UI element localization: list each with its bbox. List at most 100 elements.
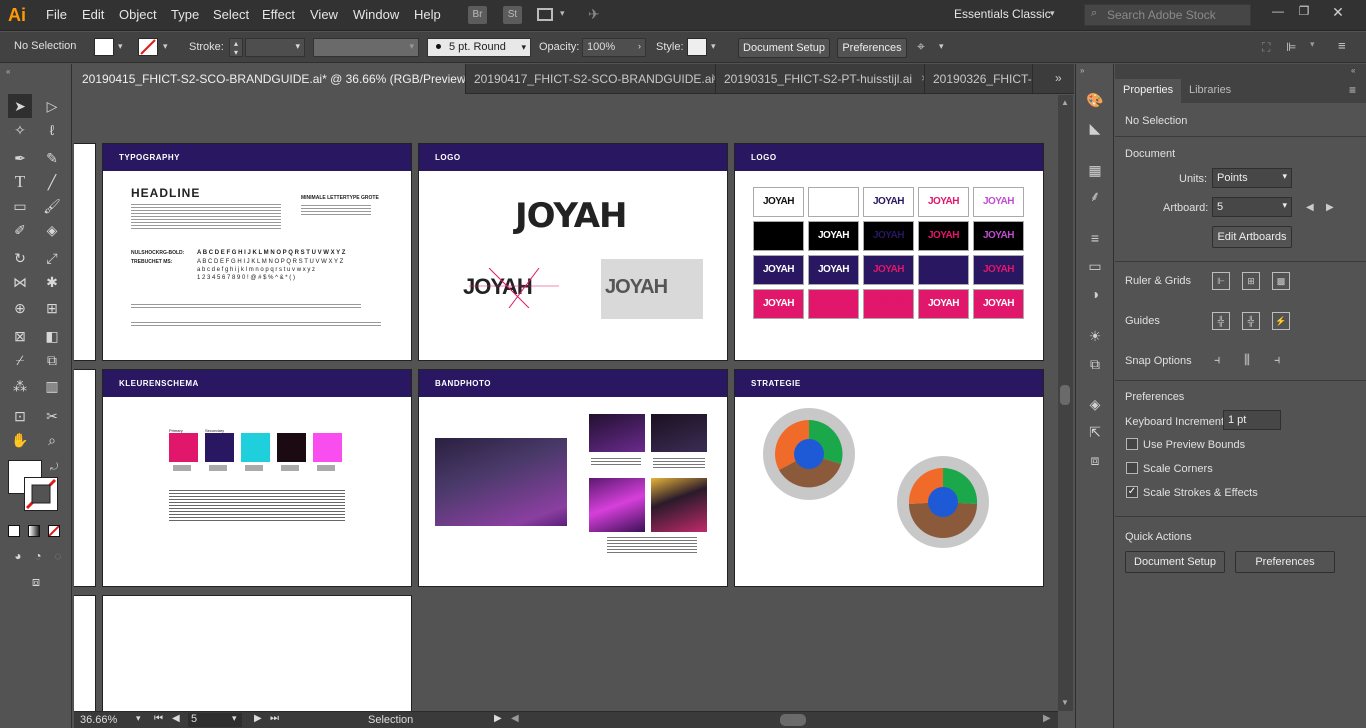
gradient-panel-icon[interactable]: ▭ — [1085, 256, 1105, 276]
tab-document-4[interactable]: 20190326_FHICT-S2 — [925, 64, 1033, 94]
collapse-icon[interactable]: » — [1080, 66, 1084, 75]
scroll-down-icon[interactable]: ▼ — [1061, 698, 1069, 707]
minimize-icon[interactable]: — — [1267, 4, 1289, 18]
chevron-down-icon[interactable]: ▾ — [939, 41, 944, 52]
brush-definition[interactable]: 5 pt. Round ▾ — [427, 38, 531, 57]
gpu-performance-icon[interactable]: ✈ — [588, 6, 600, 23]
transparency-icon[interactable]: ◑ — [1085, 284, 1105, 304]
puppet-warp-tool-icon[interactable]: ✱ — [40, 270, 64, 294]
align-panel-icon[interactable]: ⊫ — [1286, 40, 1296, 54]
scroll-up-icon[interactable]: ▲ — [1061, 98, 1069, 107]
shape-builder-tool-icon[interactable]: ⊕ — [8, 296, 32, 320]
next-artboard-icon[interactable]: ▶ — [1326, 202, 1334, 213]
smart-guides-icon[interactable]: ⚡ — [1272, 312, 1290, 330]
variable-width-profile[interactable]: ▾ — [313, 38, 419, 57]
graphic-style-swatch[interactable] — [687, 38, 707, 56]
grid-icon[interactable]: ⊞ — [1242, 272, 1260, 290]
menu-icon[interactable]: ≡ — [1338, 38, 1346, 53]
direct-selection-tool-icon[interactable]: ▷ — [40, 94, 64, 118]
none-mode-icon[interactable] — [48, 525, 60, 537]
color-guide-icon[interactable]: ◣ — [1085, 118, 1105, 138]
graphic-styles-icon[interactable]: ⧉ — [1085, 354, 1105, 374]
horizontal-scroll-thumb[interactable] — [780, 714, 806, 726]
stroke-swatch[interactable] — [138, 38, 158, 56]
snap-to-grid-icon[interactable]: ⫼ — [1244, 352, 1250, 368]
swatches-icon[interactable]: ▦ — [1085, 160, 1105, 180]
tab-properties[interactable]: Properties — [1115, 79, 1182, 103]
canvas[interactable]: TYPOGRAPHY HEADLINE MINIMALE LETTERTYPE … — [74, 95, 1058, 711]
menu-view[interactable]: View — [310, 7, 338, 22]
chevron-down-icon[interactable]: ▾ — [136, 713, 141, 724]
gradient-tool-icon[interactable]: ◧ — [40, 324, 64, 348]
appearance-icon[interactable]: ☀ — [1085, 326, 1105, 346]
rotate-tool-icon[interactable]: ↻ — [8, 246, 32, 270]
pen-tool-icon[interactable]: ✒ — [8, 146, 32, 170]
eraser-tool-icon[interactable]: ◈ — [40, 218, 64, 242]
bridge-icon[interactable]: Br — [468, 6, 487, 24]
menu-effect[interactable]: Effect — [262, 7, 295, 22]
asset-export-icon[interactable]: ⇱ — [1085, 422, 1105, 442]
menu-edit[interactable]: Edit — [82, 7, 104, 22]
chevron-down-icon[interactable]: ▾ — [711, 41, 716, 52]
prev-artboard-icon[interactable]: ◀ — [172, 713, 180, 724]
color-mode-icon[interactable] — [8, 525, 20, 537]
line-tool-icon[interactable]: ╱ — [40, 170, 64, 194]
mesh-tool-icon[interactable]: ⊠ — [8, 324, 32, 348]
artboard-empty[interactable] — [102, 595, 412, 711]
stroke-weight-field[interactable]: ▾ — [245, 38, 305, 57]
arrange-documents-icon[interactable] — [537, 8, 553, 21]
menu-object[interactable]: Object — [119, 7, 157, 22]
artboard-logo-variants[interactable]: LOGO JOYAH JOYAH JOYAH JOYAH JOYAH JOYAH JOYAH… — [734, 143, 1044, 361]
scale-strokes-checkbox[interactable]: ✓ — [1126, 486, 1138, 498]
chevron-down-icon[interactable]: ▾ — [560, 8, 565, 19]
chevron-down-icon[interactable]: ▾ — [1050, 8, 1055, 19]
stroke-color-box[interactable] — [24, 477, 58, 511]
type-tool-icon[interactable]: T — [8, 170, 32, 194]
perspective-grid-tool-icon[interactable]: ⊞ — [40, 296, 64, 320]
lasso-tool-icon[interactable]: ℓ — [40, 118, 64, 142]
transform-icon[interactable]: ⛶ — [1262, 40, 1270, 55]
workspace-switcher[interactable]: Essentials Classic — [954, 7, 1051, 21]
lock-guides-icon[interactable]: ╬ — [1242, 312, 1260, 330]
opacity-field[interactable]: 100% › — [582, 38, 646, 57]
vertical-scrollbar[interactable]: ▲ ▼ — [1058, 95, 1073, 711]
panel-menu-icon[interactable]: ≡ — [1349, 83, 1356, 97]
eyedropper-tool-icon[interactable]: ⌿ — [8, 348, 32, 372]
chevron-down-icon[interactable]: ▾ — [232, 713, 237, 724]
shaper-tool-icon[interactable]: ✐ — [8, 218, 32, 242]
snap-to-point-icon[interactable]: ⫞ — [1214, 352, 1221, 368]
preferences-button[interactable]: Preferences — [1235, 551, 1335, 573]
chevron-down-icon[interactable]: ▾ — [1310, 39, 1315, 50]
brushes-icon[interactable]: ⸙ — [1085, 186, 1105, 206]
selection-tool-icon[interactable]: ➤ — [8, 94, 32, 118]
zoom-level[interactable]: 36.66% — [80, 714, 117, 726]
chevron-down-icon[interactable]: ▾ — [163, 41, 168, 52]
artboard-tool-icon[interactable]: ⊡ — [8, 404, 32, 428]
artboard-bandphoto[interactable]: BANDPHOTO — [418, 369, 728, 587]
ruler-icon[interactable]: ⊩ — [1212, 272, 1230, 290]
last-artboard-icon[interactable]: ⏭ — [270, 713, 279, 724]
status-menu-icon[interactable]: ▶ — [494, 713, 502, 724]
blend-tool-icon[interactable]: ⧉ — [40, 348, 64, 372]
paintbrush-tool-icon[interactable]: 🖌 — [40, 194, 64, 218]
fill-swatch[interactable] — [94, 38, 114, 56]
rectangle-tool-icon[interactable]: ▭ — [8, 194, 32, 218]
width-tool-icon[interactable]: ⋈ — [8, 270, 32, 294]
hand-tool-icon[interactable]: ✋ — [8, 428, 32, 452]
scale-tool-icon[interactable]: ⤢ — [40, 246, 64, 270]
tab-document-2[interactable]: 20190417_FHICT-S2-SCO-BRANDGUIDE.ai× — [466, 64, 716, 94]
tab-document-3[interactable]: 20190315_FHICT-S2-PT-huisstijl.ai× — [716, 64, 925, 94]
symbol-sprayer-tool-icon[interactable]: ⁂ — [8, 374, 32, 398]
current-tool-status[interactable]: Selection — [368, 714, 413, 726]
align-to-icon[interactable]: ⌖ — [917, 38, 925, 55]
screen-mode-icon[interactable]: ⧈ — [24, 570, 48, 594]
menu-select[interactable]: Select — [213, 7, 249, 22]
slice-tool-icon[interactable]: ✂ — [40, 404, 64, 428]
chevron-down-icon[interactable]: ▾ — [118, 41, 123, 52]
stock-icon[interactable]: St — [503, 6, 522, 24]
menu-window[interactable]: Window — [353, 7, 399, 22]
collapse-icon[interactable]: « — [6, 67, 10, 76]
stroke-stepper[interactable]: ▴ ▾ — [229, 38, 243, 57]
keyboard-increment-field[interactable]: 1 pt — [1223, 410, 1281, 430]
magic-wand-tool-icon[interactable]: ✧ — [8, 118, 32, 142]
